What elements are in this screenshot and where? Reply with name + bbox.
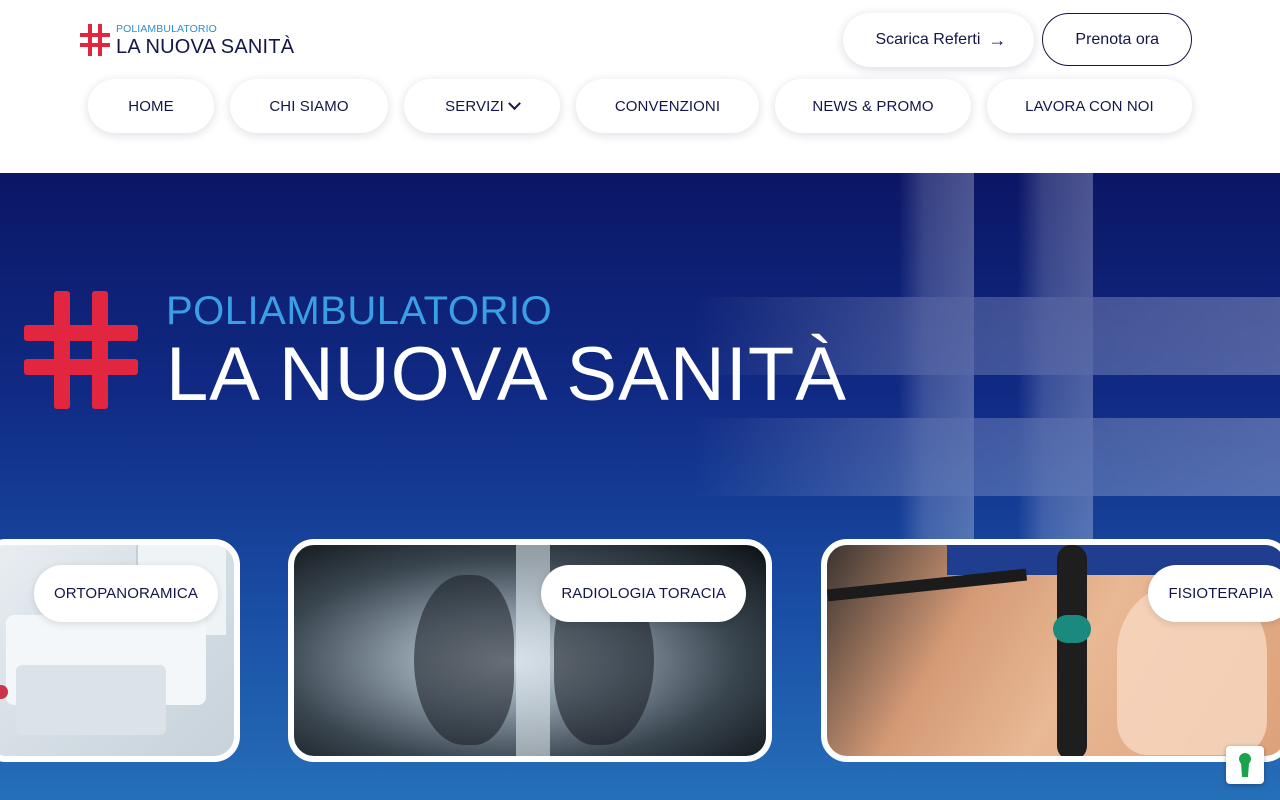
service-card-radiologia-toracia[interactable]: RADIOLOGIA TORACIA (288, 539, 772, 762)
service-card-label: FISIOTERAPIA (1148, 565, 1280, 622)
medical-cross-logo-icon (24, 291, 138, 409)
medical-cross-logo-icon (80, 24, 110, 57)
logo-title: LA NUOVA SANITÀ (116, 35, 295, 58)
card-label-text: FISIOTERAPIA (1168, 585, 1273, 602)
service-card-label: ORTOPANORAMICA (34, 565, 218, 622)
service-card-label: RADIOLOGIA TORACIA (541, 565, 746, 622)
download-reports-button[interactable]: Scarica Referti → (843, 13, 1035, 67)
hero-logo: POLIAMBULATORIO LA NUOVA SANITÀ (24, 291, 847, 413)
nav-item-label: SERVIZI (445, 97, 504, 115)
nav-item-label: CONVENZIONI (614, 97, 721, 115)
keyhole-icon (1239, 753, 1251, 777)
nav-item-label: CHI SIAMO (269, 97, 349, 115)
cookie-settings-button[interactable] (1226, 746, 1264, 784)
nav-item-home[interactable]: HOME (88, 79, 214, 133)
book-now-label: Prenota ora (1075, 30, 1159, 48)
arrow-right-icon: → (988, 29, 1007, 50)
logo[interactable]: POLIAMBULATORIO LA NUOVA SANITÀ (80, 24, 294, 57)
hero-banner: POLIAMBULATORIO LA NUOVA SANITÀ ORTOPANO… (0, 173, 1280, 800)
chevron-down-icon (508, 96, 521, 110)
service-card-ortopanoramica[interactable]: ORTOPANORAMICA (0, 539, 240, 762)
nav-item-label: HOME (128, 97, 174, 115)
nav-item-lavora-con-noi[interactable]: LAVORA CON NOI (987, 79, 1192, 133)
main-nav: HOME CHI SIAMO SERVIZI CONVENZIONI NEWS … (88, 79, 1192, 133)
nav-item-label: NEWS & PROMO (812, 97, 934, 115)
service-card-fisioterapia[interactable]: FISIOTERAPIA (821, 539, 1280, 762)
book-now-button[interactable]: Prenota ora (1042, 13, 1192, 66)
card-label-text: ORTOPANORAMICA (54, 585, 198, 602)
site-header: POLIAMBULATORIO LA NUOVA SANITÀ Scarica … (0, 0, 1280, 173)
card-label-text: RADIOLOGIA TORACIA (561, 585, 726, 602)
nav-item-chi-siamo[interactable]: CHI SIAMO (230, 79, 388, 133)
nav-item-convenzioni[interactable]: CONVENZIONI (576, 79, 759, 133)
logo-subtitle: POLIAMBULATORIO (116, 23, 217, 35)
download-reports-label: Scarica Referti (875, 31, 981, 48)
nav-item-label: LAVORA CON NOI (1025, 97, 1154, 115)
nav-item-servizi[interactable]: SERVIZI (404, 79, 560, 133)
nav-item-news-promo[interactable]: NEWS & PROMO (775, 79, 971, 133)
hero-subtitle: POLIAMBULATORIO (166, 289, 553, 333)
hero-title: LA NUOVA SANITÀ (166, 332, 847, 417)
